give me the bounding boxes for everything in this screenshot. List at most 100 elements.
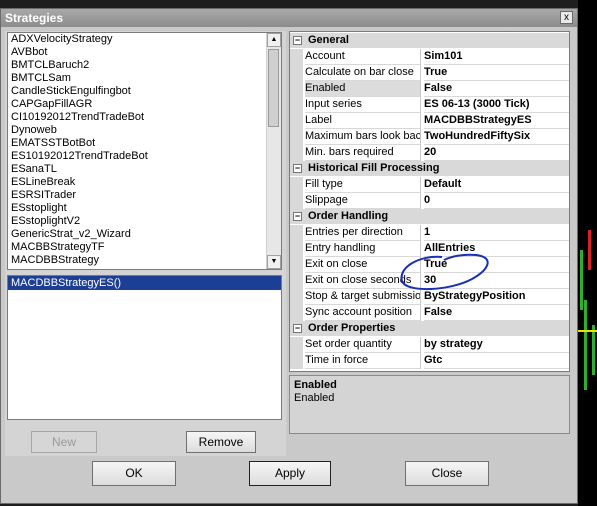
collapse-icon[interactable]: − xyxy=(293,36,302,45)
property-row[interactable]: Fill type Default xyxy=(290,177,569,193)
collapse-icon[interactable]: − xyxy=(293,164,302,173)
title-bar[interactable]: Strategies x xyxy=(1,9,577,27)
property-value[interactable]: ByStrategyPosition xyxy=(424,289,569,305)
property-row[interactable]: Exit on close seconds 30 xyxy=(290,273,569,289)
property-row[interactable]: Entries per direction 1 xyxy=(290,225,569,241)
new-button[interactable]: New xyxy=(31,431,97,453)
close-window-button[interactable]: x xyxy=(560,11,573,24)
property-row[interactable]: Time in force Gtc xyxy=(290,353,569,369)
property-name[interactable]: Account xyxy=(305,49,421,65)
strategy-list-item[interactable]: GenericStrat_v2_Wizard xyxy=(8,228,281,241)
strategy-list-item[interactable]: MACDBBStrategy xyxy=(8,254,281,267)
property-row[interactable]: Input series ES 06-13 (3000 Tick) xyxy=(290,97,569,113)
property-value[interactable]: True xyxy=(424,257,569,273)
category-header[interactable]: − Order Handling xyxy=(290,209,569,224)
strategy-list-item[interactable]: ES10192012TrendTradeBot xyxy=(8,150,281,163)
selected-strategies-list[interactable]: MACDBBStrategyES() xyxy=(7,275,282,420)
strategy-list-item[interactable]: MACBBStrategyTF xyxy=(8,241,281,254)
property-name[interactable]: Fill type xyxy=(305,177,421,193)
property-row[interactable]: Slippage 0 xyxy=(290,193,569,209)
strategy-list-scrollbar[interactable]: ▲ ▼ xyxy=(266,33,281,269)
category-label: Order Handling xyxy=(308,210,389,222)
property-row[interactable]: Enabled False xyxy=(290,81,569,97)
property-row[interactable]: Account Sim101 xyxy=(290,49,569,65)
property-value[interactable]: Gtc xyxy=(424,353,569,369)
property-name[interactable]: Time in force xyxy=(305,353,421,369)
scroll-up-button[interactable]: ▲ xyxy=(267,33,281,47)
property-value[interactable]: Sim101 xyxy=(424,49,569,65)
strategy-list-item[interactable]: Dynoweb xyxy=(8,124,281,137)
strategy-list-item[interactable]: BMTCLBaruch2 xyxy=(8,59,281,72)
property-name[interactable]: Entries per direction xyxy=(305,225,421,241)
property-name[interactable]: Exit on close xyxy=(305,257,421,273)
collapse-icon[interactable]: − xyxy=(293,212,302,221)
property-row[interactable]: Entry handling AllEntries xyxy=(290,241,569,257)
strategy-list-item[interactable]: AVBbot xyxy=(8,46,281,59)
property-name[interactable]: Exit on close seconds xyxy=(305,273,421,289)
scroll-down-button[interactable]: ▼ xyxy=(267,255,281,269)
property-value[interactable]: 0 xyxy=(424,193,569,209)
row-gutter xyxy=(290,129,303,145)
property-row[interactable]: Label MACDBBStrategyES xyxy=(290,113,569,129)
property-value[interactable]: 20 xyxy=(424,145,569,161)
selected-strategy-item[interactable]: MACDBBStrategyES() xyxy=(8,276,281,290)
strategy-list-item[interactable]: BMTCLSam xyxy=(8,72,281,85)
property-row[interactable]: Calculate on bar close True xyxy=(290,65,569,81)
row-gutter xyxy=(290,305,303,321)
apply-button[interactable]: Apply xyxy=(249,461,331,486)
property-row[interactable]: Set order quantity by strategy xyxy=(290,337,569,353)
candle-bar xyxy=(592,325,595,375)
candle-bar xyxy=(578,330,597,332)
remove-button[interactable]: Remove xyxy=(186,431,256,453)
property-value[interactable]: by strategy xyxy=(424,337,569,353)
strategy-list-item[interactable]: CandleStickEngulfingbot xyxy=(8,85,281,98)
row-gutter xyxy=(290,81,303,97)
strategy-list-item[interactable]: CAPGapFillAGR xyxy=(8,98,281,111)
strategy-list-item[interactable]: ESanaTL xyxy=(8,163,281,176)
property-value[interactable]: False xyxy=(424,305,569,321)
property-value[interactable]: ES 06-13 (3000 Tick) xyxy=(424,97,569,113)
category-header[interactable]: − Historical Fill Processing xyxy=(290,161,569,176)
property-name[interactable]: Calculate on bar close xyxy=(305,65,421,81)
strategy-list-item[interactable]: CI10192012TrendTradeBot xyxy=(8,111,281,124)
property-value[interactable]: False xyxy=(424,81,569,97)
property-row[interactable]: Exit on close True xyxy=(290,257,569,273)
strategy-list-item[interactable]: ESLineBreak xyxy=(8,176,281,189)
property-name[interactable]: Min. bars required xyxy=(305,145,421,161)
property-name[interactable]: Stop & target submission xyxy=(305,289,421,305)
property-row[interactable]: Min. bars required 20 xyxy=(290,145,569,161)
property-name[interactable]: Enabled xyxy=(305,81,421,97)
property-name[interactable]: Label xyxy=(305,113,421,129)
collapse-icon[interactable]: − xyxy=(293,324,302,333)
strategy-list[interactable]: ADXVelocityStrategy AVBbot BMTCLBaruch2 BMT… xyxy=(7,32,282,270)
property-row[interactable]: Sync account position False xyxy=(290,305,569,321)
property-name[interactable]: Slippage xyxy=(305,193,421,209)
property-value[interactable]: AllEntries xyxy=(424,241,569,257)
strategy-list-item[interactable]: ESRSITrader xyxy=(8,189,281,202)
property-name[interactable]: Entry handling xyxy=(305,241,421,257)
description-title: Enabled xyxy=(294,379,337,391)
strategy-list-item[interactable]: EMATSSTBotBot xyxy=(8,137,281,150)
close-button[interactable]: Close xyxy=(405,461,489,486)
property-value[interactable]: Default xyxy=(424,177,569,193)
strategy-list-item[interactable]: ESstoplight xyxy=(8,202,281,215)
property-row[interactable]: Stop & target submission ByStrategyPositi… xyxy=(290,289,569,305)
strategy-list-item[interactable]: ADXVelocityStrategy xyxy=(8,33,281,46)
property-value[interactable]: MACDBBStrategyES xyxy=(424,113,569,129)
scroll-thumb[interactable] xyxy=(268,49,279,127)
property-name[interactable]: Sync account position xyxy=(305,305,421,321)
row-gutter xyxy=(290,177,303,193)
strategy-list-item[interactable]: ESstoplightV2 xyxy=(8,215,281,228)
property-value[interactable]: 30 xyxy=(424,273,569,289)
row-gutter xyxy=(290,145,303,161)
property-name[interactable]: Input series xyxy=(305,97,421,113)
property-row[interactable]: Maximum bars look back TwoHundredFiftySix xyxy=(290,129,569,145)
ok-button[interactable]: OK xyxy=(92,461,176,486)
category-header[interactable]: − Order Properties xyxy=(290,321,569,336)
property-name[interactable]: Set order quantity xyxy=(305,337,421,353)
property-value[interactable]: True xyxy=(424,65,569,81)
property-name[interactable]: Maximum bars look back xyxy=(305,129,421,145)
property-value[interactable]: TwoHundredFiftySix xyxy=(424,129,569,145)
property-value[interactable]: 1 xyxy=(424,225,569,241)
category-header[interactable]: − General xyxy=(290,33,569,48)
